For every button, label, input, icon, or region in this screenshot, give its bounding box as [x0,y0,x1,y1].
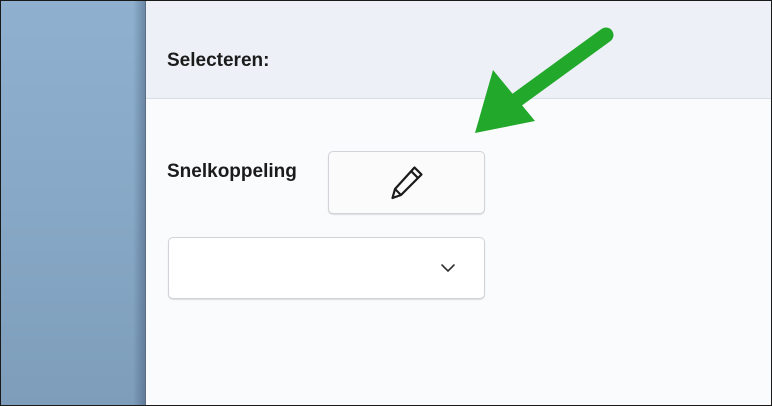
desktop-background [1,1,145,405]
shortcut-label: Snelkoppeling [167,161,297,182]
panel-header: Selecteren: [146,1,771,99]
header-title: Selecteren: [167,50,270,71]
screenshot-frame: Selecteren: Snelkoppeling [0,0,772,406]
settings-panel: Selecteren: Snelkoppeling [145,1,771,405]
pencil-icon [387,163,427,203]
shortcut-dropdown[interactable] [168,237,485,299]
green-arrow-annotation [463,25,623,150]
edit-shortcut-button[interactable] [328,151,485,214]
chevron-down-icon [440,261,456,279]
